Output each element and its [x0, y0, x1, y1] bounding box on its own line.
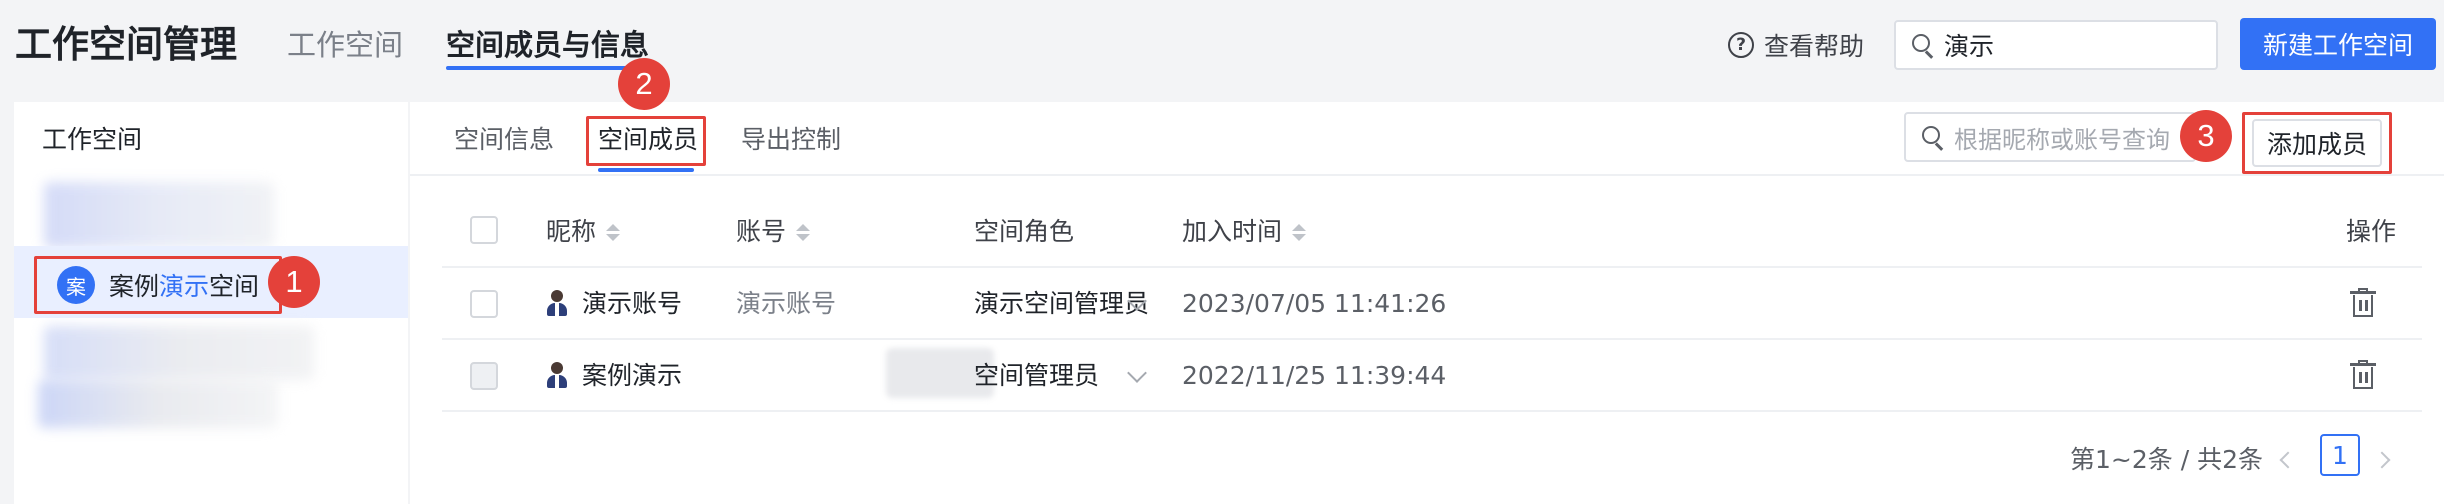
person-icon: [546, 362, 568, 390]
active-subtab-indicator: [598, 168, 694, 172]
help-link[interactable]: ? 查看帮助: [1728, 26, 1864, 64]
member-search-placeholder[interactable]: 根据昵称或账号查询: [1954, 120, 2170, 155]
workspace-avatar: 案: [57, 266, 95, 304]
column-label: 加入时间: [1182, 217, 1283, 246]
nickname: 演示账号: [582, 289, 683, 318]
role-select[interactable]: 演示空间管理员: [974, 286, 1149, 322]
annotation-step-1: 1: [268, 256, 320, 308]
blurred-workspace-item[interactable]: [44, 326, 314, 380]
annotation-highlight-box: 添加成员: [2242, 112, 2392, 174]
column-header-joined-time[interactable]: 加入时间: [1182, 214, 1307, 250]
column-header-role: 空间角色: [974, 214, 1074, 250]
joined-time-cell: 2023/07/05 11:41:26: [1182, 289, 1447, 318]
select-all-checkbox[interactable]: [470, 216, 498, 244]
column-label: 账号: [736, 217, 787, 246]
table-header: 昵称 账号 空间角色 加入时间 操作: [442, 194, 2422, 268]
column-label: 昵称: [546, 217, 597, 246]
top-bar: 工作空间管理 工作空间 空间成员与信息 ? 查看帮助 演示 新建工作空间: [0, 0, 2444, 102]
column-header-actions: 操作: [2346, 214, 2396, 250]
blurred-workspace-item[interactable]: [44, 182, 274, 248]
page-title: 工作空间管理: [15, 23, 237, 66]
help-label: 查看帮助: [1764, 32, 1865, 61]
row-checkbox[interactable]: [470, 290, 498, 318]
active-tab-indicator: [446, 66, 646, 70]
workspace-name: 案例演示空间: [109, 267, 259, 303]
new-workspace-button[interactable]: 新建工作空间: [2240, 18, 2436, 70]
account-cell: 演示账号: [736, 289, 837, 318]
workspace-search-value[interactable]: 演示: [1944, 27, 1994, 63]
tab-workspaces[interactable]: 工作空间: [287, 24, 403, 66]
trash-icon[interactable]: [2350, 288, 2376, 318]
sort-icon[interactable]: [796, 223, 811, 241]
add-member-button[interactable]: 添加成员: [2252, 119, 2382, 167]
sidebar-item-case-demo-space[interactable]: 案 案例演示空间: [34, 256, 282, 314]
prev-page-icon[interactable]: [2279, 451, 2297, 469]
member-search-input[interactable]: 根据昵称或账号查询: [1904, 112, 2196, 162]
annotation-step-2: 2: [618, 58, 670, 110]
table-row: 演示账号 演示账号 演示空间管理员 2023/07/05 11:41:26: [442, 268, 2422, 340]
column-label: 操作: [2346, 217, 2397, 246]
members-panel: 空间信息 空间成员 导出控制 根据昵称或账号查询 添加成员 昵称 账号 空间角色…: [410, 102, 2444, 504]
workspace-name-prefix: 案例: [109, 272, 160, 301]
nickname-cell: 案例演示: [546, 358, 682, 394]
search-icon: [1912, 34, 1934, 56]
trash-icon[interactable]: [2350, 360, 2376, 390]
sort-icon[interactable]: [606, 223, 621, 241]
nickname: 案例演示: [582, 361, 683, 390]
workspace-name-suffix: 空间: [209, 272, 260, 301]
person-icon: [546, 290, 568, 318]
joined-time-cell: 2022/11/25 11:39:44: [1182, 361, 1447, 390]
help-icon: ?: [1728, 32, 1754, 58]
annotation-step-3: 3: [2180, 110, 2232, 162]
workspace-name-highlight: 演示: [159, 272, 210, 301]
column-header-account[interactable]: 账号: [736, 214, 811, 250]
pagination-summary: 第1~2条 / 共2条: [2070, 445, 2263, 474]
table-row: 案例演示 空间管理员 2022/11/25 11:39:44: [442, 340, 2422, 412]
row-checkbox-disabled: [470, 362, 498, 390]
workspace-search-input[interactable]: 演示: [1894, 20, 2218, 70]
annotation-highlight-box: [586, 116, 706, 166]
tab-space-info[interactable]: 空间信息: [454, 120, 554, 160]
role-select[interactable]: 空间管理员: [974, 358, 1099, 394]
page-button[interactable]: 1: [2320, 434, 2360, 476]
chevron-down-icon[interactable]: [1127, 363, 1147, 383]
blurred-workspace-item[interactable]: [38, 380, 278, 428]
tab-members-and-info[interactable]: 空间成员与信息: [446, 24, 649, 66]
divider: [410, 174, 2444, 176]
column-header-nickname[interactable]: 昵称: [546, 214, 621, 250]
tab-export-control[interactable]: 导出控制: [741, 120, 841, 160]
workspace-sidebar: 工作空间 案 案例演示空间: [14, 102, 408, 504]
sidebar-title: 工作空间: [42, 125, 143, 154]
search-icon: [1922, 126, 1944, 148]
nickname-cell: 演示账号: [546, 286, 682, 322]
next-page-icon[interactable]: [2373, 451, 2391, 469]
sort-icon[interactable]: [1292, 223, 1307, 241]
column-label: 空间角色: [974, 217, 1075, 246]
